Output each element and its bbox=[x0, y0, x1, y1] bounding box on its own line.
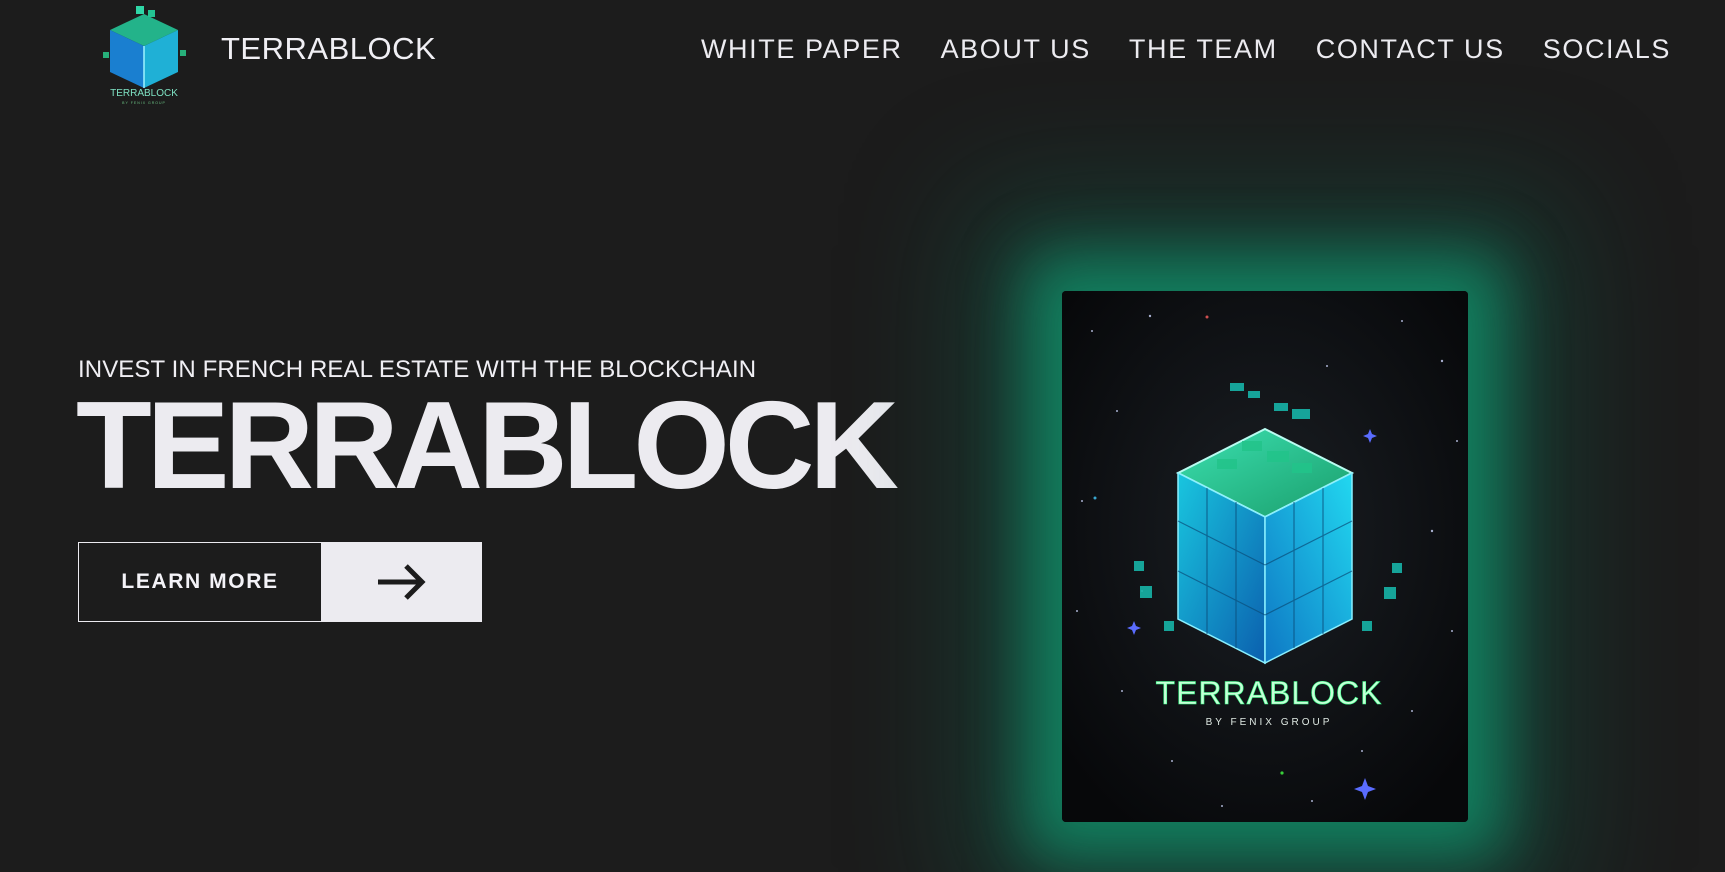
nav-the-team[interactable]: THE TEAM bbox=[1129, 34, 1278, 65]
nav-socials[interactable]: SOCIALS bbox=[1543, 34, 1671, 65]
terrablock-artwork: TERRABLOCK BY FENIX GROUP bbox=[1062, 291, 1468, 822]
artwork-byline: BY FENIX GROUP bbox=[1206, 717, 1333, 728]
artwork-title: TERRABLOCK bbox=[1156, 675, 1383, 711]
hero-title: TERRABLOCK bbox=[76, 377, 899, 515]
learn-more-label[interactable]: LEARN MORE bbox=[78, 542, 322, 622]
arrow-right-icon[interactable] bbox=[322, 542, 482, 622]
nav-white-paper[interactable]: WHITE PAPER bbox=[701, 34, 903, 65]
main-nav: WHITE PAPER ABOUT US THE TEAM CONTACT US… bbox=[701, 34, 1671, 65]
nav-about-us[interactable]: ABOUT US bbox=[941, 34, 1091, 65]
learn-more-button[interactable]: LEARN MORE bbox=[78, 542, 482, 622]
logo-wordmark: TERRABLOCK bbox=[110, 88, 178, 99]
nav-contact-us[interactable]: CONTACT US bbox=[1316, 34, 1505, 65]
brand-name[interactable]: TERRABLOCK bbox=[221, 31, 436, 67]
logo-icon[interactable]: TERRABLOCK BY FENIX GROUP bbox=[100, 0, 188, 106]
logo-tagline: BY FENIX GROUP bbox=[122, 101, 166, 105]
